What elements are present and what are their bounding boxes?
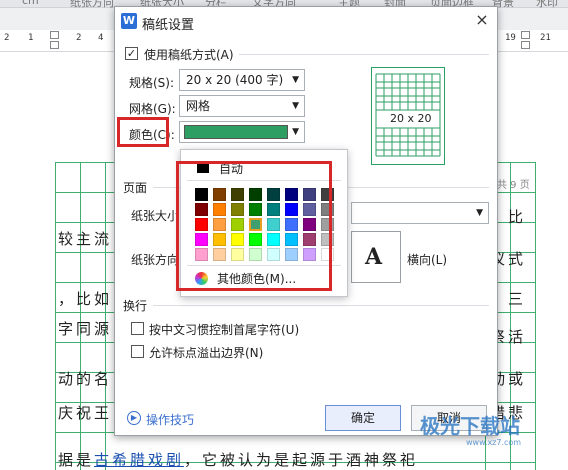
chevron-down-icon: ▼ bbox=[292, 75, 299, 85]
doc-link[interactable]: 古希腊戏剧 bbox=[94, 451, 184, 469]
ruler-number: 1 bbox=[28, 33, 34, 43]
page-count: 共 9 页 bbox=[497, 180, 530, 191]
grid-preview: 20 x 20 bbox=[371, 67, 445, 165]
toolbar-item[interactable]: 水印 bbox=[536, 0, 558, 10]
landscape-label: 横向(L) bbox=[407, 253, 448, 267]
use-grid-label: 使用稿纸方式(A) bbox=[144, 48, 234, 62]
doc-text: 动的名 bbox=[58, 370, 113, 388]
dialog-title: 稿纸设置 bbox=[142, 18, 195, 33]
landscape-option[interactable]: A bbox=[351, 231, 401, 283]
doc-text: 据是 bbox=[58, 451, 95, 469]
overflow-option-label: 允许标点溢出边界(N) bbox=[149, 346, 264, 360]
chevron-down-icon: ▼ bbox=[476, 208, 483, 218]
wrap-option-label: 按中文习惯控制首尾字符(U) bbox=[149, 323, 300, 337]
indent-marker-icon[interactable] bbox=[521, 41, 530, 49]
highlight-box bbox=[176, 161, 332, 291]
unit-label: cm bbox=[22, 0, 39, 7]
doc-text: 字同源 bbox=[58, 320, 113, 338]
ruler-number: 21 bbox=[540, 33, 551, 43]
spec-value: 20 x 20 (400 字) bbox=[186, 73, 284, 87]
wrap-section-title: 换行 bbox=[123, 299, 148, 313]
chevron-down-icon: ▼ bbox=[292, 101, 299, 111]
indent-marker-icon[interactable] bbox=[521, 31, 530, 39]
grid-line bbox=[535, 162, 536, 470]
watermark-logo: 极光下载站 bbox=[420, 414, 520, 438]
use-grid-checkbox[interactable]: ✓ bbox=[125, 47, 138, 60]
color-swatch bbox=[184, 125, 288, 139]
grid-line bbox=[55, 162, 56, 470]
tips-link[interactable]: 操作技巧 bbox=[146, 411, 194, 428]
ruler-number: 19 bbox=[505, 33, 516, 43]
highlight-box bbox=[117, 117, 169, 147]
doc-text: 庆祝王 bbox=[58, 404, 113, 422]
paper-size-label: 纸张大小 bbox=[131, 209, 180, 223]
page-section-title: 页面 bbox=[123, 181, 148, 195]
toolbar-item[interactable]: 纸张方向 bbox=[70, 0, 114, 10]
divider bbox=[153, 305, 489, 306]
color-select[interactable]: ▼ bbox=[179, 121, 305, 143]
grid-select[interactable]: 网格 ▼ bbox=[179, 95, 305, 117]
ruler-number: 2 bbox=[4, 33, 10, 43]
indent-marker-icon[interactable] bbox=[50, 41, 59, 49]
close-icon[interactable]: × bbox=[472, 10, 492, 30]
dialog-titlebar[interactable]: W 稿纸设置 × bbox=[115, 7, 497, 35]
indent-marker-icon[interactable] bbox=[50, 31, 59, 39]
paper-orient-label: 纸张方向 bbox=[131, 253, 180, 267]
grid-label: 网格(G): bbox=[129, 102, 176, 116]
spec-select[interactable]: 20 x 20 (400 字) ▼ bbox=[179, 69, 305, 91]
ruler-number: 2 bbox=[76, 33, 82, 43]
wrap-option-checkbox[interactable] bbox=[131, 322, 144, 335]
doc-text: 较主流 bbox=[58, 230, 113, 248]
doc-text: ，比如 bbox=[58, 290, 113, 308]
ruler-number: 4 bbox=[98, 33, 104, 43]
doc-text: ，它被认为是起源于酒神祭祀 bbox=[184, 451, 419, 469]
spec-label: 规格(S): bbox=[129, 76, 175, 90]
paper-size-select[interactable]: ▼ bbox=[351, 202, 489, 224]
ok-button[interactable]: 确定 bbox=[325, 405, 401, 431]
grid-value: 网格 bbox=[186, 99, 211, 113]
wps-logo-icon: W bbox=[121, 13, 137, 29]
chevron-down-icon: ▼ bbox=[292, 127, 299, 137]
overflow-option-checkbox[interactable] bbox=[131, 345, 144, 358]
landscape-icon: A bbox=[365, 244, 383, 270]
doc-text-line: 据是古希腊戏剧，它被认为是起源于酒神祭祀 bbox=[58, 445, 538, 470]
watermark-url: www.xz7.com bbox=[466, 438, 522, 447]
tips-icon[interactable]: ▶ bbox=[127, 411, 141, 425]
preview-label: 20 x 20 bbox=[390, 112, 432, 125]
divider bbox=[239, 54, 489, 55]
